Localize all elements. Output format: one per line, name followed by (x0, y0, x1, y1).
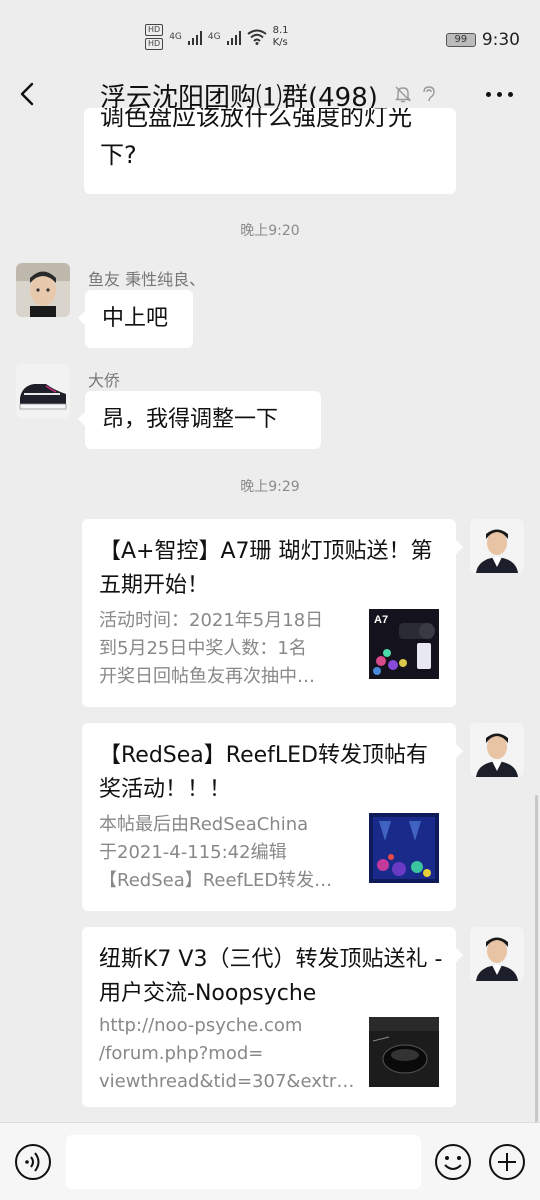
avatar[interactable] (16, 364, 70, 418)
avatar[interactable] (16, 263, 70, 317)
scrollbar[interactable] (535, 795, 538, 1125)
card-thumbnail (369, 813, 439, 883)
more-icon[interactable] (486, 86, 516, 102)
card-description: http://noo-psyche.com /forum.php?mod= vi… (99, 1012, 355, 1096)
status-left: HD HD 4G 4G 8.1 K/s (145, 24, 289, 50)
card-desc-line: 本帖最后由RedSeaChina (99, 814, 309, 835)
avatar[interactable] (470, 519, 524, 573)
partial-message-bubble[interactable]: 调色盘应该放什么强度的灯光 下? (84, 108, 456, 194)
message-text: 昂，我得调整一下 (102, 407, 279, 432)
battery-icon: 99 (445, 33, 476, 47)
card-desc-line: viewthread&tid=307&extr… (99, 1071, 355, 1092)
card-desc-line: http://noo-psyche.com (99, 1015, 303, 1036)
link-card[interactable]: 【A+智控】A7珊 瑚灯顶贴送！第五期开始！ 活动时间：2021年5月18日 到… (82, 519, 463, 707)
earpiece-icon (423, 86, 435, 102)
card-title: 【RedSea】ReefLED转发顶帖有奖活动！！！ (99, 743, 428, 802)
timestamp: 晚上9:29 (240, 479, 300, 495)
chevron-left-icon[interactable] (14, 80, 42, 108)
card-desc-line: 【RedSea】ReefLED转发… (99, 870, 333, 891)
net-speed-value: 8.1 (272, 25, 289, 36)
partial-message-line-1: 调色盘应该放什么强度的灯光 (100, 108, 412, 131)
thumbnail-label: A7 (374, 614, 388, 626)
avatar[interactable] (470, 723, 524, 777)
timestamp: 晚上9:20 (240, 223, 300, 239)
card-desc-line: /forum.php?mod= (99, 1043, 264, 1064)
partial-message-line-2: 下? (100, 141, 137, 169)
sender-name: 鱼友 秉性纯良、 (88, 270, 206, 289)
hd-label-1: HD (145, 24, 164, 36)
signal-icon-2 (226, 29, 241, 45)
status-right: 99 9:30 (445, 30, 520, 50)
hd-label-2: HD (145, 38, 164, 50)
sender-name: 大侨 (88, 371, 121, 390)
mute-bell-icon (394, 86, 412, 103)
card-desc-line: 活动时间：2021年5月18日 (99, 610, 324, 631)
card-description: 本帖最后由RedSeaChina 于2021-4-115:42编辑 【RedSe… (99, 811, 355, 895)
net-label-2: 4G (207, 32, 221, 42)
card-desc-line: 于2021-4-115:42编辑 (99, 842, 287, 863)
link-card[interactable]: 纽斯K7 V3（三代）转发顶贴送礼 - 用户交流-Noopsyche http:… (82, 927, 463, 1107)
card-desc-line: 开奖日回帖鱼友再次抽中… (99, 666, 315, 687)
signal-icon (187, 29, 202, 45)
hd-indicator: HD HD (145, 24, 164, 50)
emoji-icon[interactable] (434, 1143, 472, 1181)
card-thumbnail (369, 1017, 439, 1087)
card-thumbnail: A7 (369, 609, 439, 679)
message-bubble[interactable]: 中上吧 (78, 290, 193, 348)
clock: 9:30 (481, 30, 520, 50)
message-input[interactable] (66, 1135, 421, 1189)
message-text: 中上吧 (102, 306, 169, 331)
plus-icon[interactable] (488, 1143, 526, 1181)
status-bar: HD HD 4G 4G 8.1 K/s 99 9:30 (0, 0, 540, 70)
voice-icon[interactable] (14, 1143, 52, 1181)
input-bar (0, 1122, 540, 1200)
card-title: 纽斯K7 V3（三代）转发顶贴送礼 - 用户交流-Noopsyche (99, 947, 443, 1006)
card-desc-line: 到5月25日中奖人数：1名 (99, 638, 307, 659)
link-card[interactable]: 【RedSea】ReefLED转发顶帖有奖活动！！！ 本帖最后由RedSeaCh… (82, 723, 463, 911)
net-label-1: 4G (169, 32, 182, 42)
card-title: 【A+智控】A7珊 瑚灯顶贴送！第五期开始！ (99, 539, 433, 598)
message-bubble[interactable]: 昂，我得调整一下 (78, 391, 321, 449)
net-speed: 8.1 K/s (273, 25, 289, 49)
avatar[interactable] (470, 927, 524, 981)
net-speed-unit: K/s (272, 37, 288, 48)
card-description: 活动时间：2021年5月18日 到5月25日中奖人数：1名 开奖日回帖鱼友再次抽… (99, 607, 355, 691)
wifi-icon (246, 29, 267, 45)
